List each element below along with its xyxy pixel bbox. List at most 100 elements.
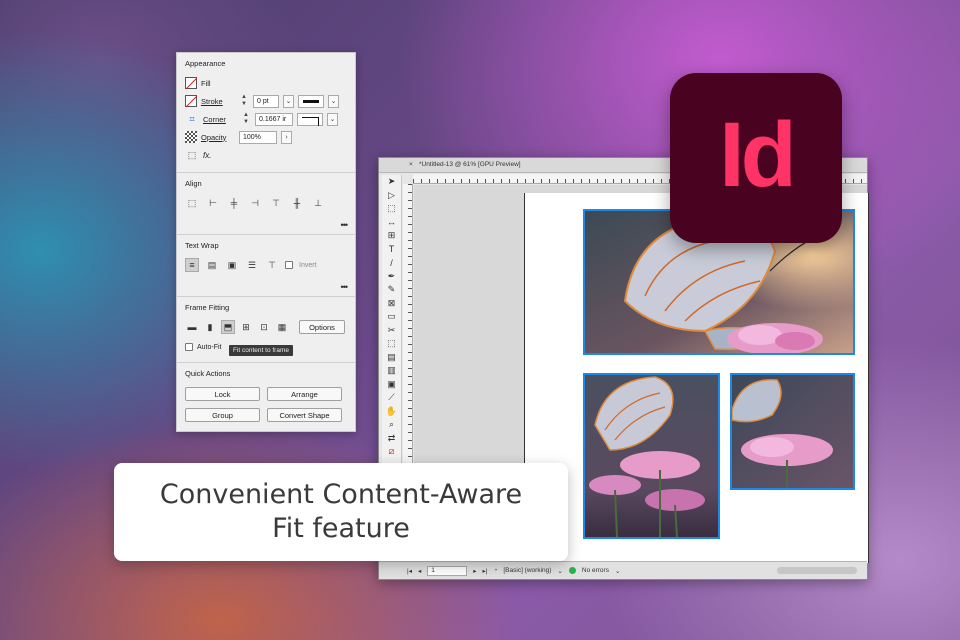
stroke-swatch[interactable] [185,95,197,107]
gap-tool-icon[interactable]: ↔ [382,216,401,230]
select-frame-icon[interactable]: ⬚ [185,148,199,162]
content-aware-fit-icon[interactable]: ▦ [275,320,289,334]
horizontal-scrollbar[interactable] [777,567,857,574]
no-wrap-icon[interactable]: ≡ [185,258,199,272]
preflight-icon: ◔ [493,567,498,574]
first-page-icon[interactable]: |◂ [407,567,412,575]
corner-shape-preview[interactable] [297,112,323,126]
stroke-weight-dropdown[interactable]: ⌄ [283,94,294,108]
fit-content-to-frame-tooltip: Fit content to frame [229,345,293,356]
stroke-type-preview[interactable] [298,94,324,108]
frame-fitting-section: Frame Fitting ▬ ▮ ⬒ ⊞ ⊡ ▦ Options Auto-F… [177,297,355,363]
selection-tool-icon[interactable]: ➤ [382,175,401,189]
stroke-weight-field[interactable]: 0 pt [253,94,279,108]
last-page-icon[interactable]: ▸| [482,567,487,575]
document-style-label[interactable]: [Basic] (working) [503,567,551,574]
stroke-weight-stepper[interactable]: ▲ ▼ [239,94,249,108]
group-button[interactable]: Group [185,408,260,422]
align-to-selection-icon[interactable]: ⬚ [185,196,199,210]
opacity-dropdown[interactable]: › [281,130,292,144]
jump-object-icon[interactable]: ☰ [245,258,259,272]
center-content-icon[interactable]: ⊡ [257,320,271,334]
effects-button[interactable]: fx. [203,151,211,160]
auto-fit-label: Auto-Fit [197,343,222,351]
fill-frame-proportionally-icon[interactable]: ▬ [185,320,199,334]
page-number-field[interactable]: 1 [427,565,468,576]
type-tool-icon[interactable]: T [382,243,401,257]
frame-fitting-options-button[interactable]: Options [299,320,345,334]
fill-stroke-swatch-icon[interactable]: ⧄ [382,445,401,459]
next-page-icon[interactable]: ▸ [473,567,476,575]
wrap-bounding-box-icon[interactable]: ▤ [205,258,219,272]
properties-panel: Appearance Fill Stroke ▲ ▼ 0 pt ⌄ ⌄ ⌗ Cor… [176,52,356,432]
page-tool-icon[interactable]: ⬚ [382,202,401,216]
quick-actions-section: Quick Actions Lock Arrange Group Convert… [177,363,355,432]
hand-tool-icon[interactable]: ✋ [382,405,401,419]
note-tool-icon[interactable]: ▣ [382,378,401,392]
style-dropdown-icon[interactable]: ⌄ [557,567,562,575]
fit-content-to-frame-icon[interactable]: ⬒ [221,320,235,334]
align-title: Align [185,179,202,188]
wrap-object-shape-icon[interactable]: ▣ [225,258,239,272]
image-frame-bottom-right[interactable] [730,373,855,490]
swap-fill-stroke-icon[interactable]: ⇄ [382,432,401,446]
fit-content-proportionally-icon[interactable]: ▮ [203,320,217,334]
align-middle-icon[interactable]: ╫ [290,196,304,210]
corner-icon: ⌗ [189,113,195,124]
corner-label[interactable]: Corner [203,115,237,124]
frame-fitting-title: Frame Fitting [185,303,230,312]
caption-line-1: Convenient Content-Aware [159,479,523,510]
align-right-icon[interactable]: ⊣ [248,196,262,210]
butterfly-image-small [585,375,718,537]
jump-next-column-icon[interactable]: ⊤ [265,258,279,272]
auto-fit-checkbox[interactable] [185,343,193,351]
corner-shape-dropdown[interactable]: ⌄ [327,112,338,126]
errors-label[interactable]: No errors [582,567,609,574]
gradient-tool-icon[interactable]: ▤ [382,351,401,365]
free-transform-tool-icon[interactable]: ⬚ [382,337,401,351]
indesign-logo: Id [670,73,842,243]
gradient-feather-icon[interactable]: ▥ [382,364,401,378]
pen-tool-icon[interactable]: ✒ [382,270,401,284]
opacity-field[interactable]: 100% [239,130,277,144]
stroke-type-dropdown[interactable]: ⌄ [328,94,339,108]
corner-size-field[interactable]: 0.1667 ir [255,112,293,126]
text-wrap-section: Text Wrap ≡ ▤ ▣ ☰ ⊤ Invert ••• [177,235,355,297]
invert-checkbox[interactable] [285,261,293,269]
errors-dropdown-icon[interactable]: ⌄ [615,567,620,575]
text-wrap-title: Text Wrap [185,241,219,250]
fill-swatch[interactable] [185,77,197,89]
tab-close-icon[interactable]: × [409,161,413,168]
convert-shape-button[interactable]: Convert Shape [267,408,342,422]
text-wrap-more-icon[interactable]: ••• [341,282,349,292]
eyedropper-tool-icon[interactable]: ⟋ [382,391,401,405]
indesign-logo-text: Id [719,103,797,206]
butterfly-image-crop [732,375,853,488]
rectangle-tool-icon[interactable]: ▭ [382,310,401,324]
corner-stepper[interactable]: ▲ ▼ [241,112,251,126]
appearance-title: Appearance [185,59,226,68]
image-frame-bottom-left[interactable] [583,373,720,539]
opacity-label[interactable]: Opacity [201,133,235,142]
scissors-tool-icon[interactable]: ✂ [382,324,401,338]
rectangle-frame-tool-icon[interactable]: ⊠ [382,297,401,311]
prev-page-icon[interactable]: ◂ [418,567,421,575]
align-bottom-icon[interactable]: ⊥ [311,196,325,210]
fill-label: Fill [201,78,211,88]
align-top-icon[interactable]: ⊤ [269,196,283,210]
lock-button[interactable]: Lock [185,387,260,401]
line-tool-icon[interactable]: / [382,256,401,270]
stroke-label[interactable]: Stroke [201,97,235,106]
document-tab[interactable]: *Untitled-13 @ 61% [GPU Preview] [419,161,521,168]
align-left-icon[interactable]: ⊢ [206,196,220,210]
zoom-tool-icon[interactable]: ⌕ [382,418,401,432]
pencil-tool-icon[interactable]: ✎ [382,283,401,297]
align-more-icon[interactable]: ••• [341,220,349,230]
fit-frame-to-content-icon[interactable]: ⊞ [239,320,253,334]
content-collector-icon[interactable]: ⊞ [382,229,401,243]
arrange-button[interactable]: Arrange [267,387,342,401]
align-center-icon[interactable]: ╪ [227,196,241,210]
appearance-section: Appearance Fill Stroke ▲ ▼ 0 pt ⌄ ⌄ ⌗ Cor… [177,53,355,173]
quick-actions-title: Quick Actions [185,369,231,378]
direct-selection-tool-icon[interactable]: ▷ [382,189,401,203]
